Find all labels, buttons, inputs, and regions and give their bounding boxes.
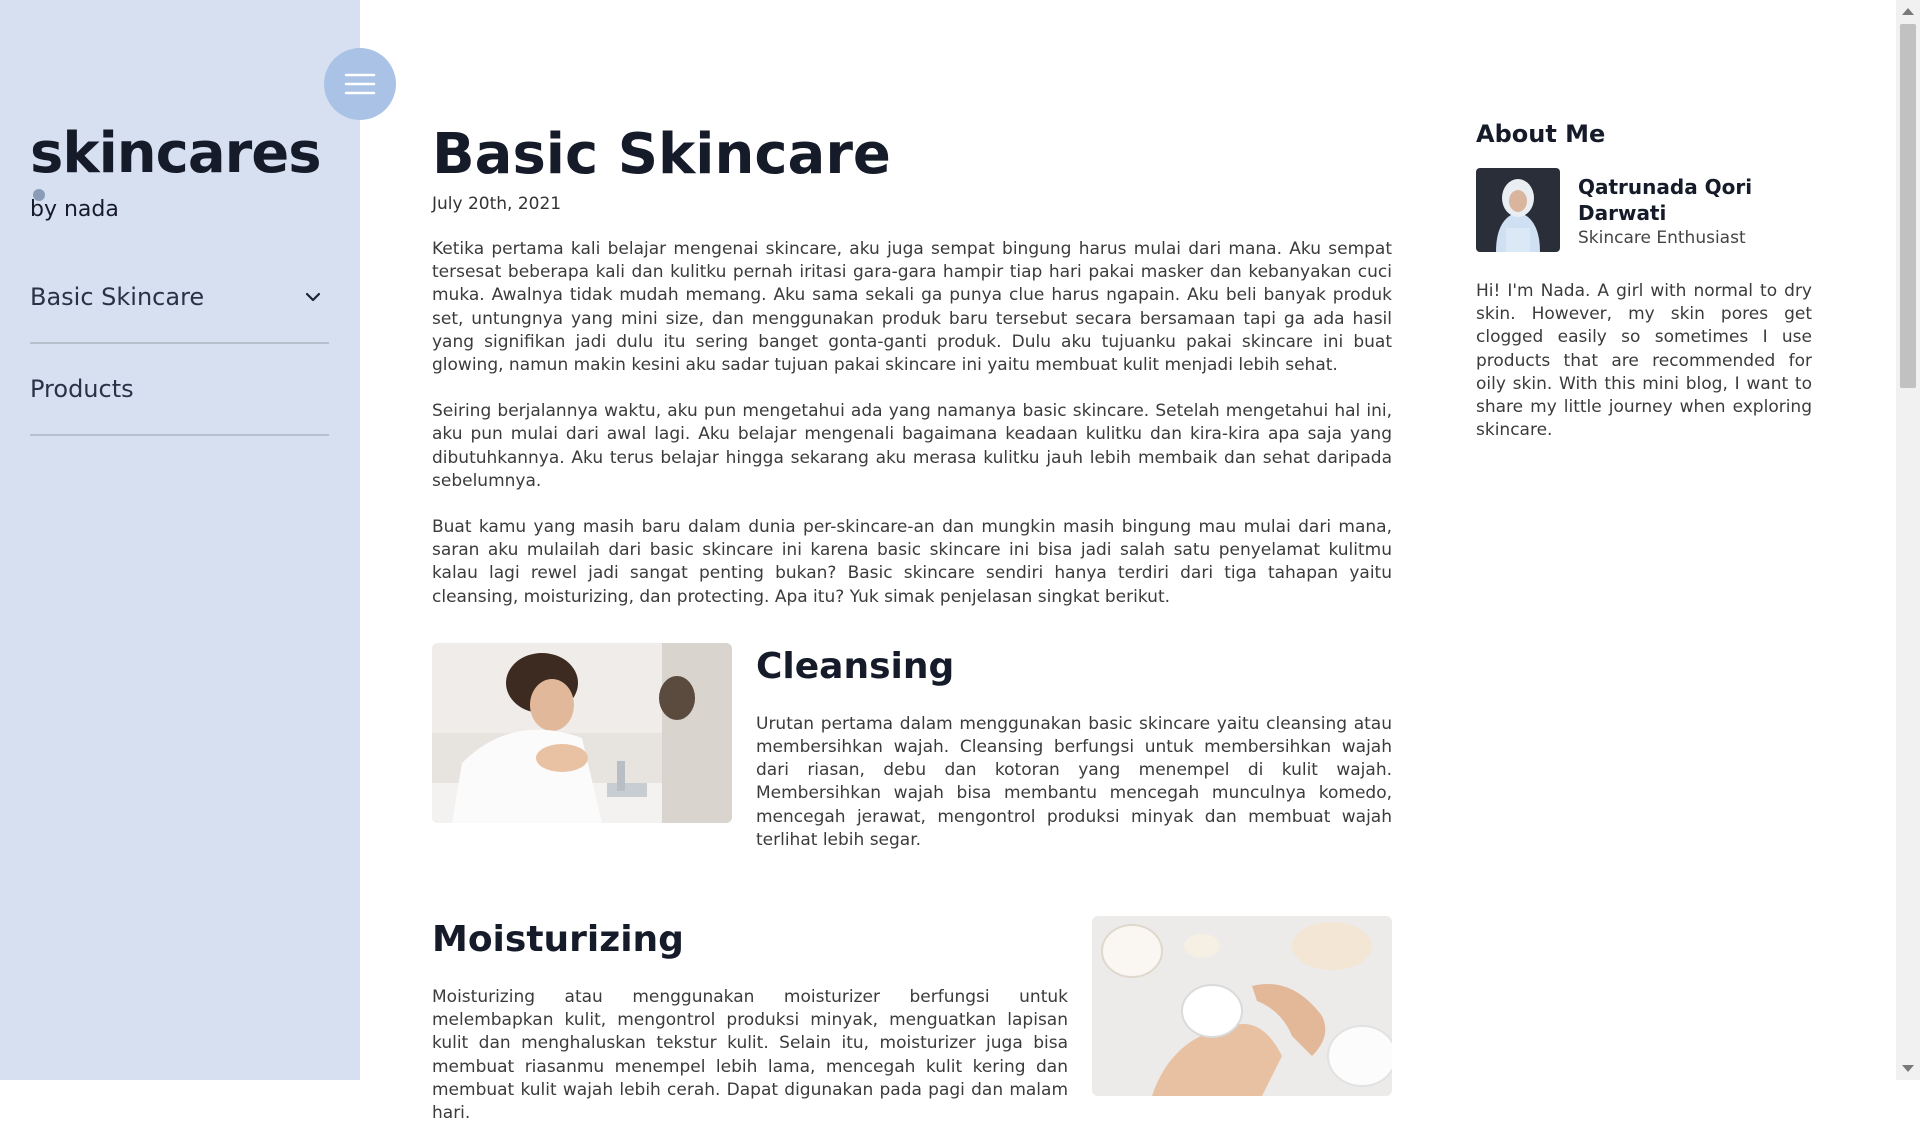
- post-date: July 20th, 2021: [432, 194, 562, 214]
- section-body: Urutan pertama dalam menggunakan basic s…: [756, 713, 1392, 850]
- section-title: Moisturizing: [432, 919, 684, 961]
- scroll-up-icon[interactable]: [1902, 8, 1914, 15]
- scrollbar-thumb[interactable]: [1900, 24, 1916, 388]
- profile-info: Qatrunada Qori Darwati Skincare Enthusia…: [1578, 168, 1812, 252]
- profile-role: Skincare Enthusiast: [1578, 228, 1746, 248]
- scroll-down-icon[interactable]: [1902, 1065, 1914, 1072]
- article-paragraph: Ketika pertama kali belajar mengenai ski…: [432, 239, 1392, 376]
- brand-title: skincares: [30, 121, 322, 186]
- page-scrollbar[interactable]: [1896, 0, 1920, 1080]
- sidebar: skincares by nada Basic Skincare Product…: [0, 0, 360, 1080]
- about-me-panel: About Me Qatrunada Qori Darwati Skincare…: [1476, 120, 1812, 459]
- about-heading: About Me: [1476, 120, 1606, 148]
- profile-name: Qatrunada Qori Darwati: [1578, 175, 1753, 225]
- bio-text: Hi! I'm Nada. A girl with normal to dry …: [1476, 281, 1812, 441]
- section-body: Moisturizing atau menggunakan moisturize…: [432, 987, 1068, 1124]
- section-text: Cleansing Urutan pertama dalam menggunak…: [756, 643, 1392, 852]
- sidebar-item-products[interactable]: Products: [30, 344, 329, 436]
- cleansing-image: [432, 642, 732, 823]
- article: Basic Skincare July 20th, 2021 Ketika pe…: [432, 120, 1392, 1125]
- section-title: Cleansing: [756, 645, 955, 687]
- sidebar-item-label: Basic Skincare: [30, 283, 205, 311]
- brand-logo[interactable]: skincares by nada: [30, 121, 330, 223]
- sidebar-item-label: Products: [30, 375, 134, 403]
- sidebar-item-basic-skincare[interactable]: Basic Skincare: [30, 252, 329, 344]
- section-text: Moisturizing Moisturizing atau menggunak…: [432, 916, 1068, 1125]
- sidebar-nav: Basic Skincare Products: [30, 252, 329, 436]
- article-paragraph: Seiring berjalannya waktu, aku pun menge…: [432, 401, 1392, 491]
- page-title: Basic Skincare: [432, 122, 891, 187]
- article-paragraph: Buat kamu yang masih baru dalam dunia pe…: [432, 517, 1392, 607]
- menu-toggle-button[interactable]: [324, 48, 396, 120]
- section-cleansing: Cleansing Urutan pertama dalam menggunak…: [432, 642, 1392, 852]
- chevron-down-icon[interactable]: [303, 287, 323, 307]
- section-moisturizing: Moisturizing Moisturizing atau menggunak…: [432, 916, 1392, 1125]
- brand-subtitle: by nada: [30, 197, 119, 222]
- moisturizing-image: [1092, 916, 1392, 1097]
- avatar: [1476, 168, 1560, 252]
- hamburger-icon: [344, 73, 376, 95]
- profile-card: Qatrunada Qori Darwati Skincare Enthusia…: [1476, 168, 1812, 252]
